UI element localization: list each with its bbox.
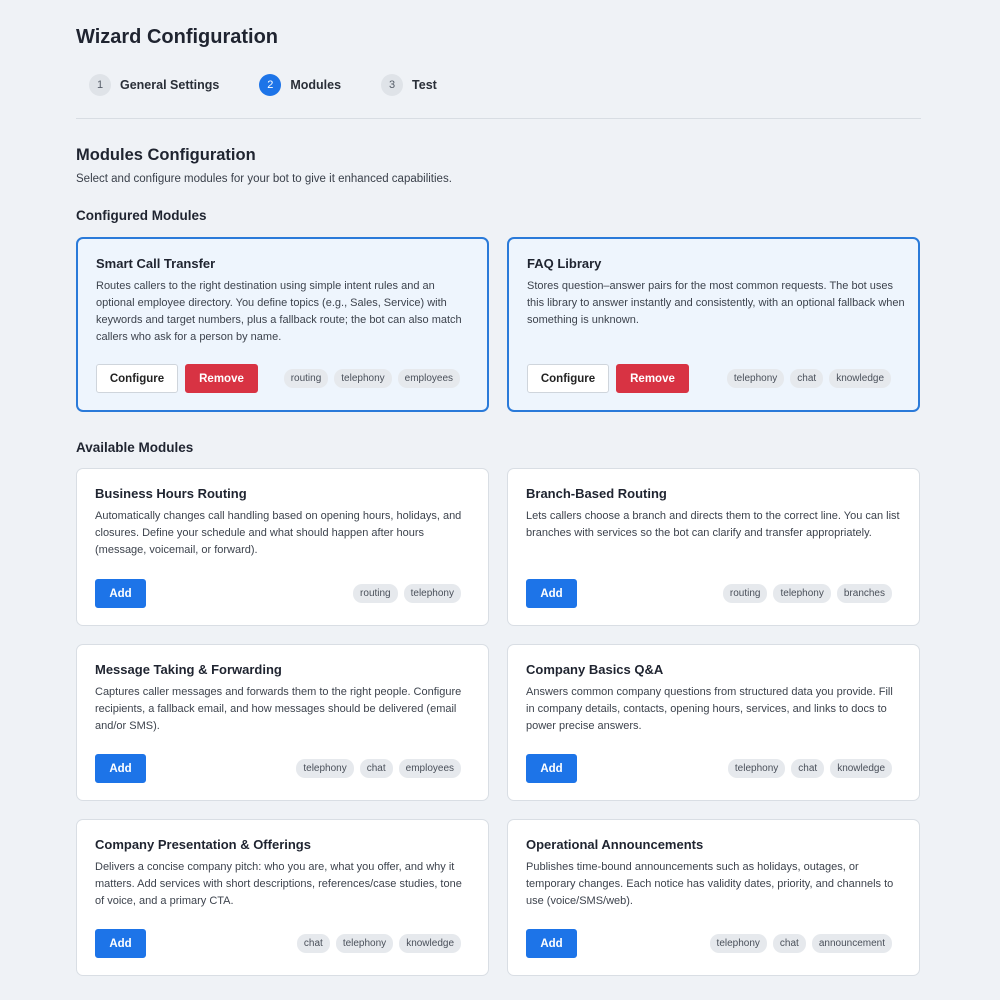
module-tags: routing telephony employees	[278, 369, 469, 388]
module-card-message-taking-forwarding: Message Taking & Forwarding Captures cal…	[76, 644, 489, 801]
module-footer: Configure Remove routing telephony emplo…	[96, 364, 469, 393]
tag: telephony	[709, 934, 767, 953]
module-title: Company Presentation & Offerings	[95, 837, 311, 852]
step-number: 1	[89, 74, 111, 96]
tag: knowledge	[830, 759, 892, 778]
module-title: FAQ Library	[527, 256, 602, 271]
module-card-branch-based-routing: Branch-Based Routing Lets callers choose…	[507, 468, 920, 626]
tag: chat	[790, 369, 824, 388]
tag: telephony	[334, 369, 392, 388]
add-button[interactable]: Add	[526, 579, 577, 608]
tag: telephony	[727, 759, 786, 778]
tag: routing	[353, 584, 398, 603]
remove-button[interactable]: Remove	[616, 364, 689, 393]
module-footer: Add routing telephony branches	[526, 579, 901, 608]
tag: knowledge	[399, 934, 461, 953]
step-test[interactable]: 3 Test	[381, 74, 437, 96]
module-card-company-presentation-offerings: Company Presentation & Offerings Deliver…	[76, 819, 489, 976]
tag: telephony	[296, 759, 354, 778]
step-label: Modules	[290, 78, 342, 92]
module-description: Lets callers choose a branch and directs…	[526, 510, 900, 539]
configured-modules-heading: Configured Modules	[76, 208, 207, 223]
module-footer: Add routing telephony	[95, 579, 470, 608]
add-button[interactable]: Add	[526, 754, 577, 783]
step-number: 3	[381, 74, 404, 96]
step-modules[interactable]: 2 Modules	[259, 74, 341, 96]
configure-button[interactable]: Configure	[527, 364, 609, 393]
module-title: Smart Call Transfer	[96, 256, 216, 271]
step-general-settings[interactable]: 1 General Settings	[89, 74, 219, 96]
tag: employees	[398, 759, 461, 778]
tag: telephony	[335, 934, 394, 953]
module-tags: telephony chat knowledge	[721, 369, 900, 388]
tag: chat	[772, 934, 806, 953]
module-title: Company Basics Q&A	[526, 662, 664, 677]
tag: routing	[283, 369, 329, 388]
module-card-operational-announcements: Operational Announcements Publishes time…	[507, 819, 920, 976]
tag: telephony	[403, 584, 461, 603]
module-description: Stores question–answer pairs for the mos…	[527, 280, 905, 326]
module-title: Branch-Based Routing	[526, 486, 667, 501]
header-divider	[76, 118, 921, 119]
step-label: Test	[412, 78, 437, 92]
tag: branches	[836, 584, 892, 603]
add-button[interactable]: Add	[95, 929, 146, 958]
tag: routing	[722, 584, 768, 603]
module-card-smart-call-transfer: Smart Call Transfer Routes callers to th…	[76, 237, 489, 412]
module-footer: Add telephony chat announcement	[526, 929, 901, 958]
tag: chat	[359, 759, 393, 778]
module-card-company-basics-qa: Company Basics Q&A Answers common compan…	[507, 644, 920, 801]
module-tags: chat telephony knowledge	[291, 934, 470, 953]
section-title: Modules Configuration	[76, 146, 256, 164]
module-tags: telephony chat knowledge	[722, 759, 901, 778]
module-title: Business Hours Routing	[95, 486, 247, 501]
module-description: Publishes time-bound announcements such …	[526, 861, 894, 907]
section-subtitle: Select and configure modules for your bo…	[76, 173, 452, 185]
wizard-stepper: 1 General Settings 2 Modules 3 Test	[89, 74, 477, 96]
tag: telephony	[726, 369, 785, 388]
tag: telephony	[773, 584, 831, 603]
tag: employees	[397, 369, 460, 388]
module-tags: routing telephony branches	[717, 584, 901, 603]
available-modules-heading: Available Modules	[76, 440, 194, 455]
module-footer: Add telephony chat knowledge	[526, 754, 901, 783]
tag: announcement	[811, 934, 892, 953]
module-description: Routes callers to the right destination …	[96, 280, 462, 343]
remove-button[interactable]: Remove	[185, 364, 258, 393]
module-description: Answers common company questions from st…	[526, 686, 893, 732]
module-footer: Add chat telephony knowledge	[95, 929, 470, 958]
module-footer: Add telephony chat employees	[95, 754, 470, 783]
module-card-business-hours-routing: Business Hours Routing Automatically cha…	[76, 468, 489, 626]
module-tags: routing telephony	[347, 584, 470, 603]
module-footer: Configure Remove telephony chat knowledg…	[527, 364, 900, 393]
module-tags: telephony chat employees	[290, 759, 470, 778]
tag: chat	[296, 934, 330, 953]
step-number: 2	[259, 74, 282, 96]
page-title: Wizard Configuration	[76, 26, 279, 48]
module-tags: telephony chat announcement	[704, 934, 901, 953]
module-title: Operational Announcements	[526, 837, 704, 852]
step-label: General Settings	[120, 78, 220, 92]
module-description: Automatically changes call handling base…	[95, 510, 462, 556]
add-button[interactable]: Add	[95, 579, 146, 608]
tag: knowledge	[829, 369, 891, 388]
add-button[interactable]: Add	[526, 929, 577, 958]
module-description: Delivers a concise company pitch: who yo…	[95, 861, 462, 907]
tag: chat	[791, 759, 825, 778]
module-card-faq-library: FAQ Library Stores question–answer pairs…	[507, 237, 920, 412]
module-description: Captures caller messages and forwards th…	[95, 686, 462, 732]
add-button[interactable]: Add	[95, 754, 146, 783]
module-title: Message Taking & Forwarding	[95, 662, 282, 677]
configure-button[interactable]: Configure	[96, 364, 178, 393]
